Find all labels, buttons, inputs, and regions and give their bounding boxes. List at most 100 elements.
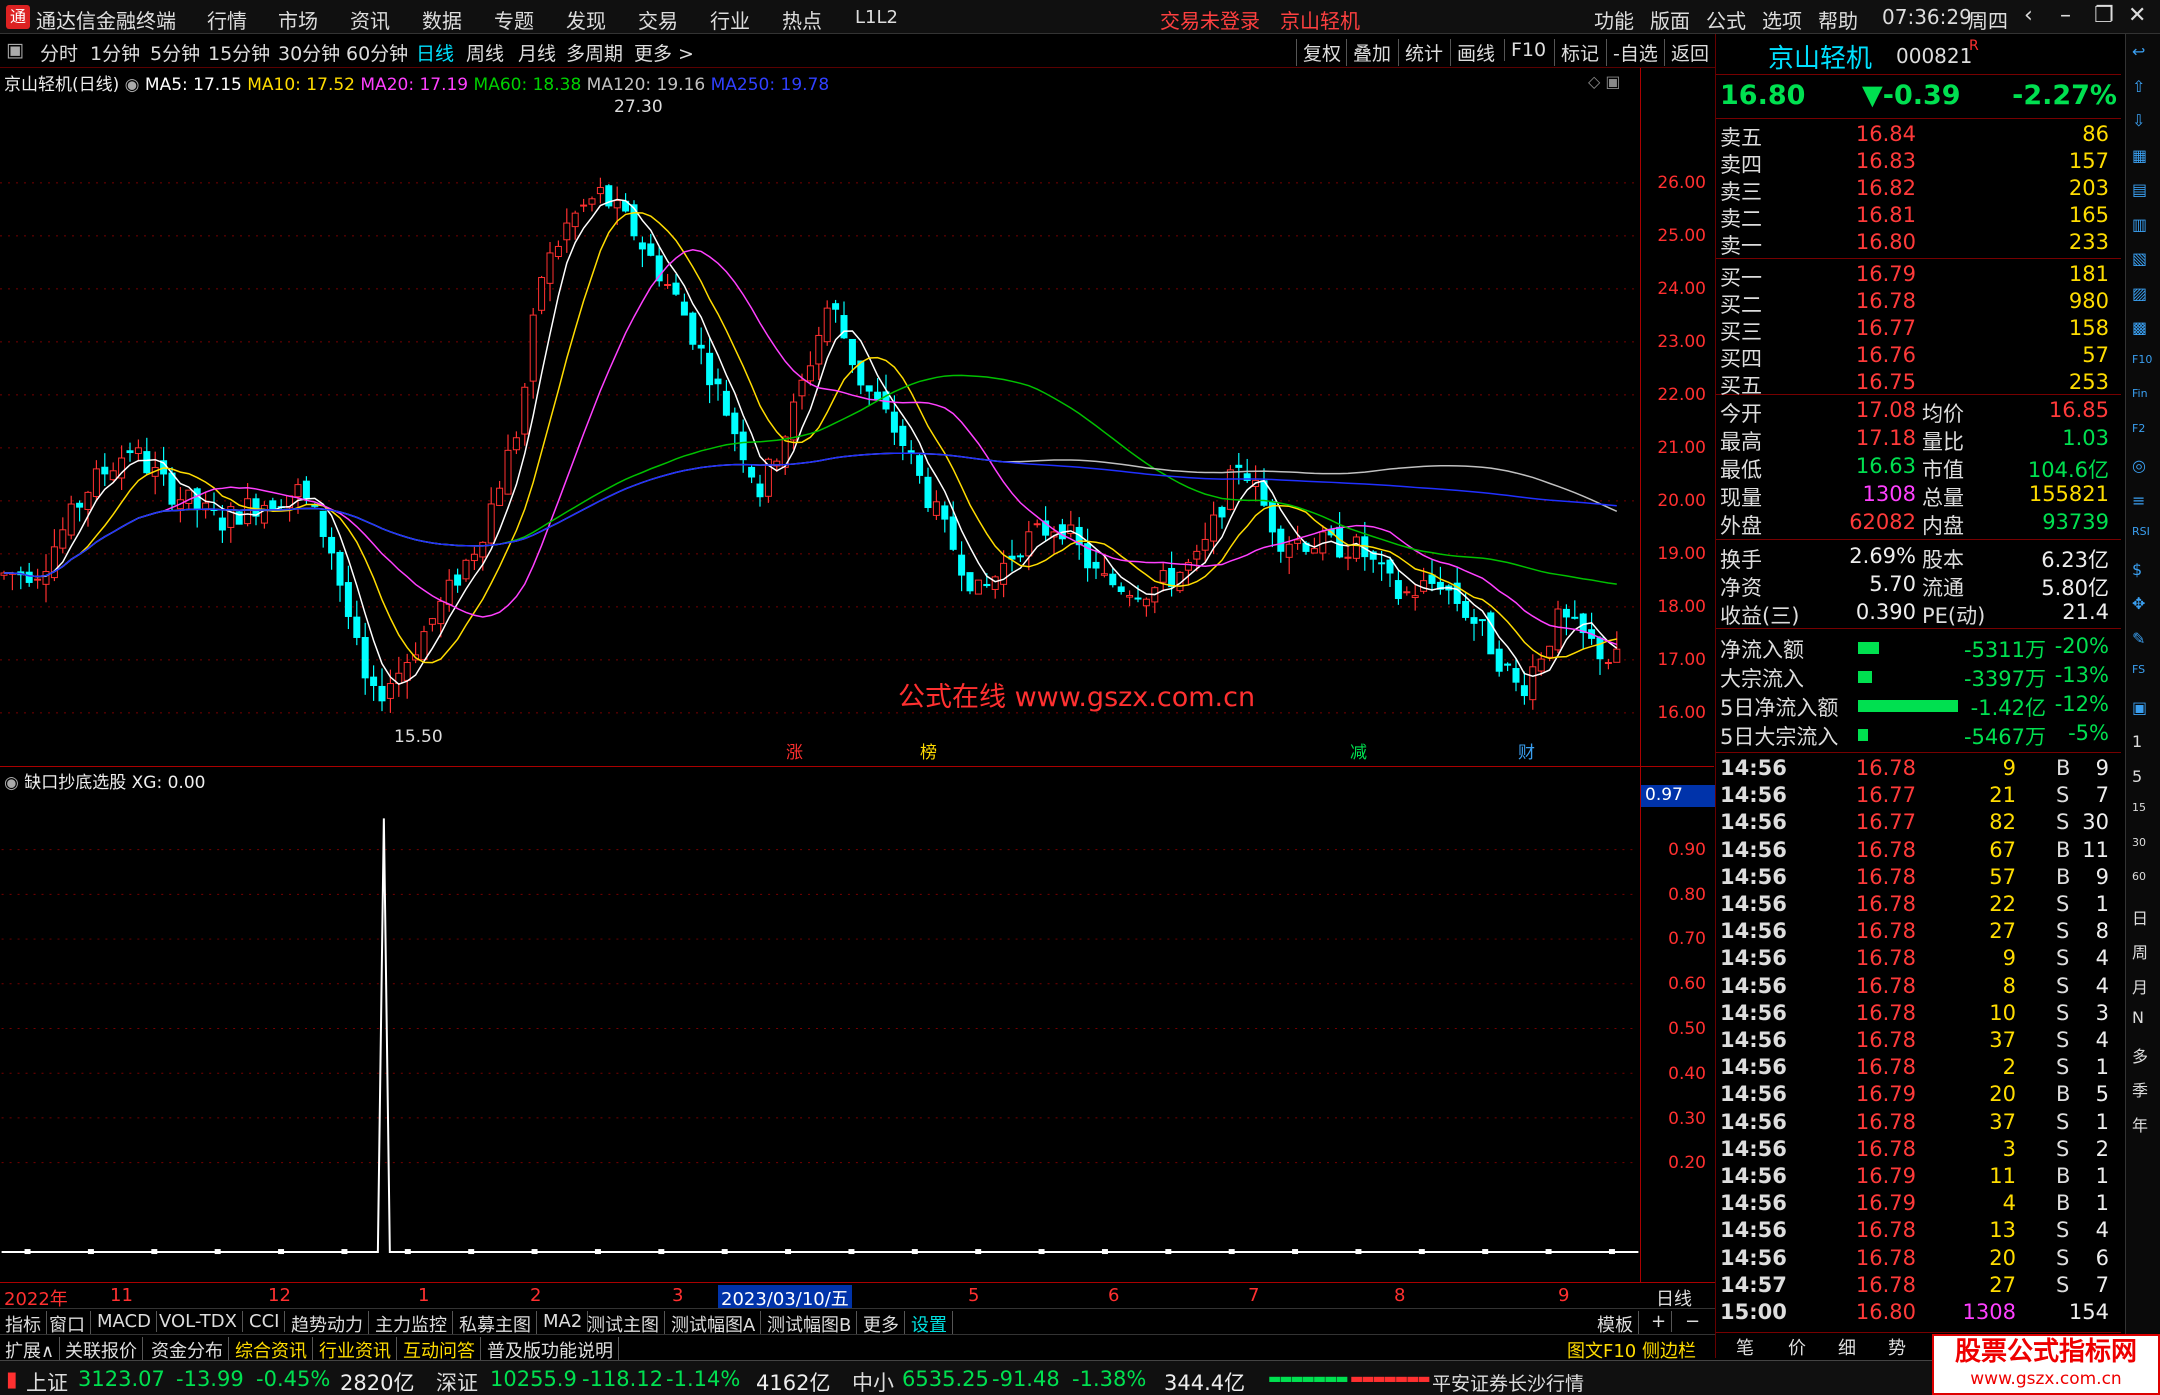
adjust-button[interactable]: 复权 — [1296, 39, 1341, 66]
candle-body — [344, 582, 352, 617]
book-icon[interactable]: ▩ — [2132, 318, 2147, 337]
overlay-button[interactable]: 叠加 — [1346, 39, 1391, 66]
menu-icon[interactable]: ≡ — [2132, 491, 2145, 510]
grid-icon[interactable]: ▦ — [2132, 146, 2147, 165]
sh-label[interactable]: 上证 — [26, 1367, 68, 1395]
period-1-icon[interactable]: 1 — [2132, 732, 2142, 751]
tab-vol-tdx[interactable]: VOL-TDX — [154, 1311, 243, 1332]
login-warning[interactable]: 交易未登录 — [1160, 5, 1260, 34]
period-multi-icon[interactable]: 多 — [2132, 1043, 2148, 1067]
remove-window-button[interactable]: − — [1680, 1311, 1705, 1332]
period-weekly[interactable]: 周线 — [466, 39, 504, 66]
dollar-icon[interactable]: $ — [2132, 560, 2142, 579]
restore-icon[interactable]: ❐ — [2094, 3, 2114, 28]
back-icon[interactable]: ‹ — [2024, 3, 2033, 28]
candle-body — [815, 334, 823, 365]
tick-price: 16.77 — [1855, 810, 1916, 835]
marker-finance[interactable]: 财 — [1518, 743, 1535, 763]
tab-cci[interactable]: CCI — [244, 1311, 286, 1332]
price-tick: 16.00 — [1657, 702, 1706, 723]
move-icon[interactable]: ✥ — [2132, 594, 2145, 613]
period-5min[interactable]: 5分钟 — [150, 39, 200, 66]
period-month-icon[interactable]: 月 — [2132, 974, 2148, 998]
menu-item-trade[interactable]: 交易 — [638, 5, 678, 34]
period-n-icon[interactable]: N — [2132, 1008, 2144, 1027]
menu-item-options[interactable]: 选项 — [1762, 5, 1802, 34]
add-window-button[interactable]: + — [1646, 1311, 1673, 1332]
period-5-icon[interactable]: 5 — [2132, 767, 2142, 786]
chart-icon[interactable]: ▧ — [2132, 249, 2147, 268]
period-daily[interactable]: 日线 — [416, 39, 454, 66]
period-30min[interactable]: 30分钟 — [278, 39, 340, 66]
period-60-icon[interactable]: 60 — [2132, 870, 2146, 883]
period-15min[interactable]: 15分钟 — [208, 39, 270, 66]
period-monthly[interactable]: 月线 — [518, 39, 556, 66]
candle-body — [496, 487, 504, 506]
fs-icon[interactable]: FS — [2132, 663, 2145, 676]
period-30-icon[interactable]: 30 — [2132, 836, 2146, 849]
up-icon[interactable]: ⇧ — [2132, 77, 2145, 96]
menu-item-news[interactable]: 资讯 — [350, 5, 390, 34]
indicator-chart[interactable] — [0, 766, 1640, 1278]
f10-icon[interactable]: F10 — [2132, 353, 2152, 366]
tab-ma2[interactable]: MA2 — [538, 1311, 589, 1332]
menu-item-layout[interactable]: 版面 — [1650, 5, 1690, 34]
menu-item-l1l2[interactable]: L1L2 — [855, 7, 898, 28]
period-intraday[interactable]: 分时 — [40, 39, 78, 66]
period-week-icon[interactable]: 周 — [2132, 939, 2148, 963]
tick-price: 16.78 — [1855, 837, 1916, 862]
menu-item-formula[interactable]: 公式 — [1706, 5, 1746, 34]
tab-macd[interactable]: MACD — [92, 1311, 157, 1332]
period-60min[interactable]: 60分钟 — [346, 39, 408, 66]
sz-label[interactable]: 深证 — [436, 1367, 478, 1395]
f10-button[interactable]: F10 — [1504, 39, 1546, 61]
zx-label[interactable]: 中小 — [852, 1367, 894, 1395]
menu-item-industry[interactable]: 行业 — [710, 5, 750, 34]
table-icon[interactable]: ▥ — [2132, 215, 2147, 234]
period-quarter-icon[interactable]: 季 — [2132, 1077, 2148, 1101]
pen-icon[interactable]: ✎ — [2132, 629, 2145, 648]
panel-tab-ticks[interactable]: 笔 — [1736, 1334, 1754, 1360]
period-1min[interactable]: 1分钟 — [90, 39, 140, 66]
return-button[interactable]: 返回 — [1664, 39, 1709, 66]
menu-item-discover[interactable]: 发现 — [566, 5, 606, 34]
menu-item-topics[interactable]: 专题 — [494, 5, 534, 34]
period-day-icon[interactable]: 日 — [2132, 905, 2148, 929]
panel-tab-trend[interactable]: 势 — [1888, 1334, 1906, 1360]
chart-settings-icon[interactable]: ◇ ▣ — [1588, 72, 1621, 91]
finance-icon[interactable]: Fin — [2132, 387, 2148, 400]
f2-icon[interactable]: F2 — [2132, 422, 2145, 435]
close-icon[interactable]: ✕ — [2128, 3, 2146, 28]
menu-item-help[interactable]: 帮助 — [1818, 5, 1858, 34]
marker-list[interactable]: 榜 — [920, 743, 937, 763]
menu-item-market[interactable]: 行情 — [207, 5, 247, 34]
box-icon[interactable]: ▣ — [2132, 698, 2147, 717]
minimize-icon[interactable]: – — [2060, 3, 2071, 28]
panel-toggle-icon[interactable]: ▣ — [6, 39, 24, 61]
draw-button[interactable]: 画线 — [1450, 39, 1495, 66]
menu-item-data[interactable]: 数据 — [422, 5, 462, 34]
list-icon[interactable]: ▤ — [2132, 180, 2147, 199]
mark-button[interactable]: 标记 — [1554, 39, 1599, 66]
period-multi[interactable]: 多周期 — [566, 39, 623, 66]
menu-item-hot[interactable]: 热点 — [782, 5, 822, 34]
kline-chart[interactable]: 27.30 15.50 公式在线 www.gszx.com.cn 涨 榜 减 财 — [0, 68, 1640, 766]
target-icon[interactable]: ◎ — [2132, 456, 2146, 475]
menu-item-markets[interactable]: 市场 — [278, 5, 318, 34]
stats-button[interactable]: 统计 — [1398, 39, 1443, 66]
rsi-icon[interactable]: RSI — [2132, 525, 2150, 538]
tick-row: 14:56 16.78 57 B 9 — [1716, 865, 2121, 892]
period-more[interactable]: 更多 > — [634, 39, 694, 66]
stat-label: 净资 — [1720, 576, 1762, 600]
period-year-icon[interactable]: 年 — [2132, 1112, 2148, 1136]
marker-reduce[interactable]: 减 — [1350, 743, 1367, 763]
period-15-icon[interactable]: 15 — [2132, 801, 2146, 814]
menu-item-function[interactable]: 功能 — [1594, 5, 1634, 34]
undo-icon[interactable]: ↩ — [2132, 42, 2145, 61]
panel-tab-price[interactable]: 价 — [1788, 1334, 1806, 1360]
down-icon[interactable]: ⇩ — [2132, 111, 2145, 130]
watchlist-button[interactable]: -自选 — [1606, 39, 1658, 66]
candle-icon[interactable]: ▨ — [2132, 284, 2147, 303]
panel-tab-detail[interactable]: 细 — [1838, 1334, 1856, 1360]
marker-limit-up[interactable]: 涨 — [786, 743, 803, 763]
